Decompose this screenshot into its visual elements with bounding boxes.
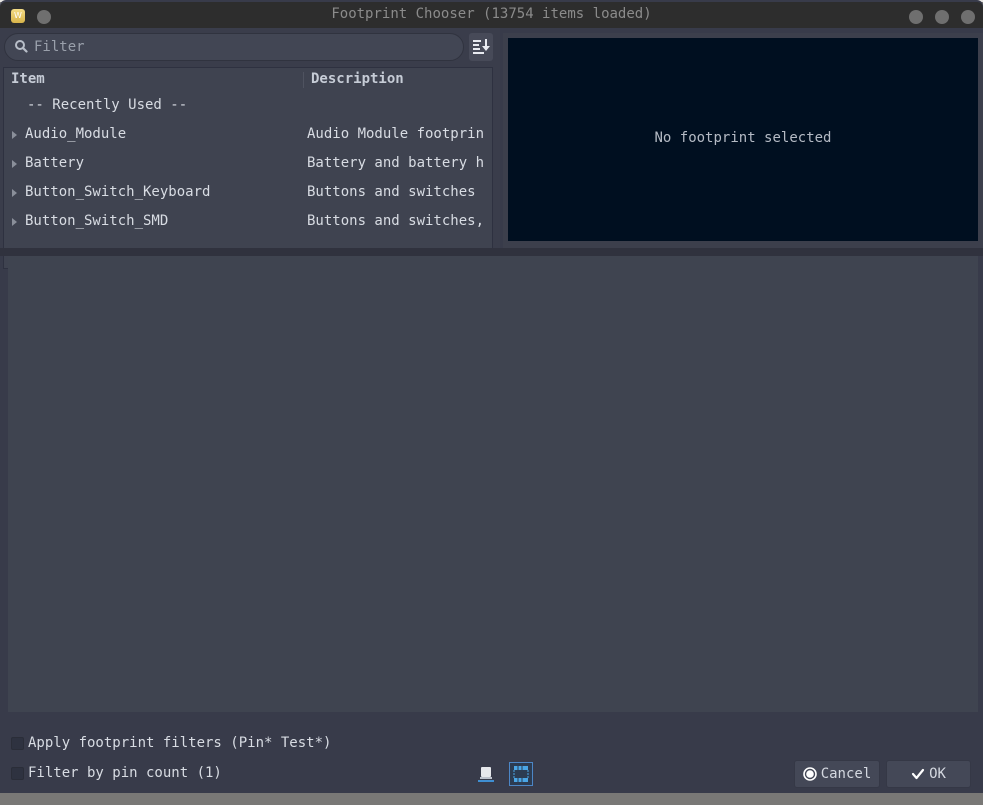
sort-descending-icon xyxy=(473,39,490,54)
maximize-button[interactable] xyxy=(935,10,949,24)
preview-panel: No footprint selected xyxy=(503,33,983,248)
tree-row[interactable]: Button_Switch_SMD Buttons and switches, xyxy=(4,208,492,237)
search-icon xyxy=(15,40,28,53)
library-description: Audio Module footprin xyxy=(307,126,485,142)
footprint-pads-icon xyxy=(513,766,529,782)
column-header-item[interactable]: Item xyxy=(11,71,45,87)
footprint-preview-canvas[interactable]: No footprint selected xyxy=(508,38,978,241)
details-panel xyxy=(8,256,978,712)
tree-section-recently-used[interactable]: -- Recently Used -- xyxy=(4,92,492,121)
library-name: Button_Switch_SMD xyxy=(25,213,169,229)
minimize-button[interactable] xyxy=(909,10,923,24)
library-name: Battery xyxy=(25,155,85,171)
column-header-description[interactable]: Description xyxy=(311,71,404,87)
filter-field[interactable] xyxy=(4,33,464,61)
expand-arrow-icon[interactable] xyxy=(12,189,17,197)
pin-count-label[interactable]: Filter by pin count (1) xyxy=(28,765,222,781)
cancel-icon xyxy=(802,767,817,781)
expand-arrow-icon[interactable] xyxy=(12,218,17,226)
window-title: Footprint Chooser (13754 items loaded) xyxy=(331,6,652,22)
cancel-label: Cancel xyxy=(820,766,872,782)
library-description: Buttons and switches xyxy=(307,184,476,200)
library-description: Buttons and switches, xyxy=(307,213,485,229)
splitter-handle[interactable] xyxy=(0,248,983,256)
column-separator[interactable] xyxy=(303,72,304,88)
titlebar[interactable]: W Footprint Chooser (13754 items loaded) xyxy=(0,2,983,28)
footprint-chooser-window: W Footprint Chooser (13754 items loaded) xyxy=(0,0,983,793)
ok-button[interactable]: OK xyxy=(886,760,971,788)
close-button[interactable] xyxy=(961,10,975,24)
component-3d-icon xyxy=(478,767,494,782)
apply-filters-label[interactable]: Apply footprint filters (Pin* Test*) xyxy=(28,735,331,751)
library-name: Audio_Module xyxy=(25,126,127,142)
apply-filters-checkbox[interactable] xyxy=(11,736,24,750)
cancel-button[interactable]: Cancel xyxy=(794,760,880,788)
section-label: -- Recently Used -- xyxy=(27,97,188,113)
preview-message: No footprint selected xyxy=(654,130,832,146)
library-name: Button_Switch_Keyboard xyxy=(25,184,211,200)
tree-row[interactable]: Button_Switch_Keyboard Buttons and switc… xyxy=(4,179,492,208)
library-panel: Item Description -- Recently Used -- Aud… xyxy=(0,28,500,269)
library-tree[interactable]: Item Description -- Recently Used -- Aud… xyxy=(3,67,493,269)
sort-button[interactable] xyxy=(469,33,493,61)
tree-row[interactable]: Battery Battery and battery h xyxy=(4,150,492,179)
pin-count-option[interactable]: Filter by pin count (1) xyxy=(11,763,222,783)
library-description: Battery and battery h xyxy=(307,155,485,171)
show-3d-model-toggle[interactable] xyxy=(474,762,498,786)
checkmark-icon xyxy=(911,768,925,780)
ok-label: OK xyxy=(929,766,946,782)
filter-input[interactable] xyxy=(34,37,454,57)
apply-filters-option[interactable]: Apply footprint filters (Pin* Test*) xyxy=(11,733,331,753)
pin-count-checkbox[interactable] xyxy=(11,766,24,780)
desktop-background xyxy=(0,793,983,805)
expand-arrow-icon[interactable] xyxy=(12,131,17,139)
expand-arrow-icon[interactable] xyxy=(12,160,17,168)
show-footprint-toggle[interactable] xyxy=(509,762,533,786)
tree-header: Item Description xyxy=(4,68,492,92)
tree-row[interactable]: Audio_Module Audio Module footprin xyxy=(4,121,492,150)
